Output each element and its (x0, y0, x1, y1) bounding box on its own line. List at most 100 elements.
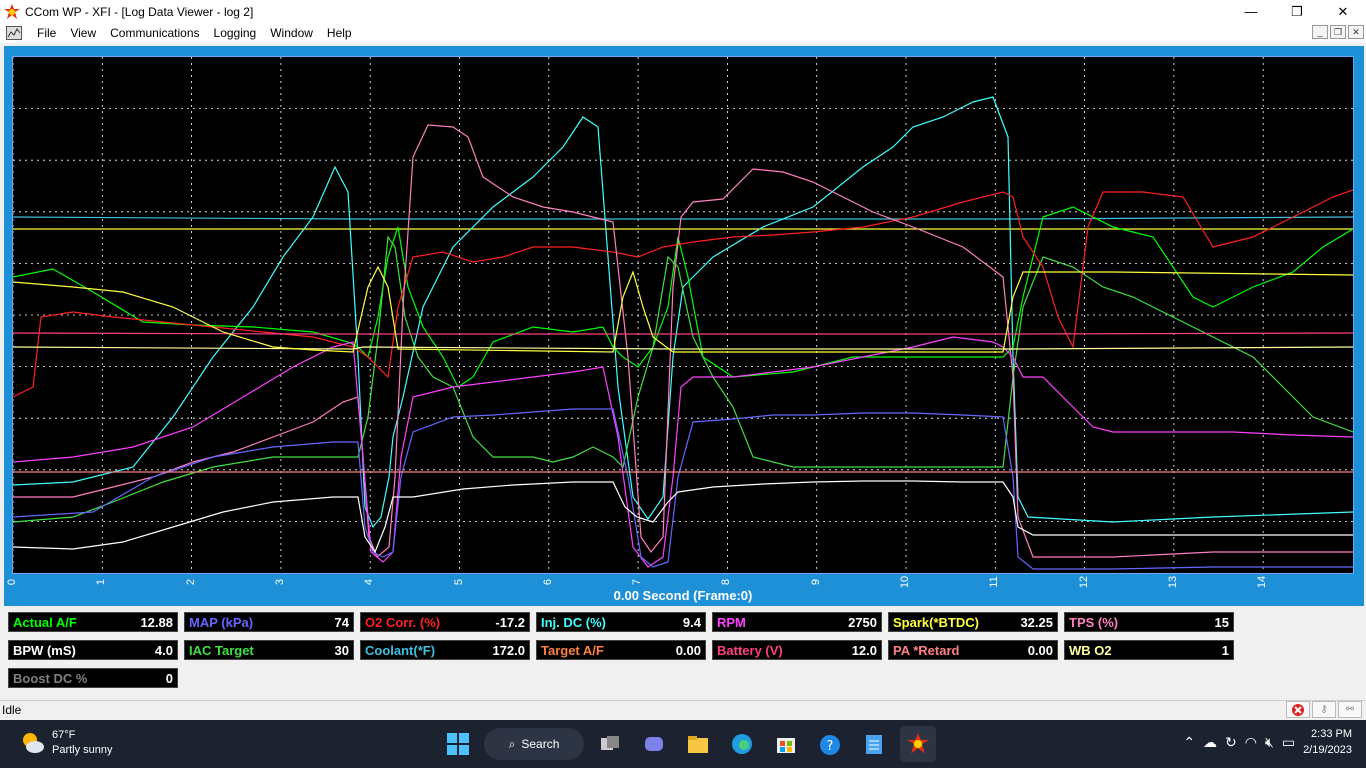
taskbar: 67°F Partly sunny ⌕ Search ? ⌃ ☁ ↻ ◠ 🔇︎ … (0, 720, 1366, 768)
status-text: Idle (2, 703, 22, 717)
gauge-rpm[interactable]: RPM 2750 (712, 612, 882, 632)
search-label: Search (521, 737, 560, 751)
gauge-coolant-f[interactable]: Coolant(*F) 172.0 (360, 640, 530, 660)
trace-map (13, 408, 1353, 570)
chevron-up-icon[interactable]: ⌃ (1183, 734, 1195, 751)
x-tick-label: 3 (273, 578, 286, 586)
gauge-o2-corr[interactable]: O2 Corr. (%) -17.2 (360, 612, 530, 632)
clock[interactable]: 2:33 PM 2/19/2023 (1303, 726, 1352, 758)
gauge-label: Boost DC % (13, 670, 88, 686)
x-tick-label: 12 (1077, 575, 1090, 589)
x-tick-label: 14 (1256, 575, 1269, 589)
gauge-bpw-ms[interactable]: BPW (mS) 4.0 (8, 640, 178, 660)
gauge-value: 9.4 (682, 614, 701, 630)
menu-window[interactable]: Window (263, 26, 320, 40)
gauge-label: PA *Retard (893, 642, 960, 658)
gauge-label: Inj. DC (%) (541, 614, 606, 630)
menu-bar: File View Communications Logging Window … (0, 23, 1366, 43)
gauge-label: Target A/F (541, 642, 604, 658)
menu-help[interactable]: Help (320, 26, 359, 40)
x-tick-label: 0 (6, 578, 18, 586)
gauge-tps[interactable]: TPS (%) 15 (1064, 612, 1234, 632)
gauge-inj-dc[interactable]: Inj. DC (%) 9.4 (536, 612, 706, 632)
gauge-value: 74 (334, 614, 349, 630)
menu-file[interactable]: File (30, 26, 63, 40)
trace-rpm (13, 336, 1353, 568)
search-icon: ⌕ (508, 736, 516, 751)
sync-icon[interactable]: ↻ (1225, 734, 1237, 751)
gauge-spark-btdc[interactable]: Spark(*BTDC) 32.25 (888, 612, 1058, 632)
trace-coolant (13, 216, 1353, 220)
x-tick-label: 11 (988, 576, 1001, 588)
partly-sunny-icon (23, 733, 44, 753)
cloud-icon[interactable]: ☁ (1203, 734, 1217, 751)
connection-icon[interactable]: ⚯ (1338, 701, 1362, 718)
x-tick-label: 6 (541, 578, 554, 586)
trace-tps (13, 124, 1353, 558)
file-explorer-icon[interactable] (680, 726, 716, 762)
trace-spark (13, 265, 1353, 353)
plot-grid (13, 57, 1353, 573)
maximize-button[interactable]: ❐ (1274, 0, 1320, 23)
menu-view[interactable]: View (63, 26, 103, 40)
gauge-battery-v[interactable]: Battery (V) 12.0 (712, 640, 882, 660)
edge-browser-icon[interactable] (724, 726, 760, 762)
taskbar-search[interactable]: ⌕ Search (484, 728, 584, 760)
trace-bpw (13, 480, 1353, 554)
gauge-label: TPS (%) (1069, 614, 1119, 630)
gauge-value: 30 (334, 642, 349, 658)
title-bar: CCom WP - XFI - [Log Data Viewer - log 2… (0, 0, 1366, 23)
x-tick-label: 4 (363, 578, 376, 586)
start-icon[interactable] (440, 726, 476, 762)
gauge-value: 0 (165, 670, 173, 686)
menu-communications[interactable]: Communications (103, 26, 206, 40)
child-close-button[interactable]: ✕ (1348, 25, 1364, 39)
gauge-wb-o2[interactable]: WB O2 1 (1064, 640, 1234, 660)
child-minimize-button[interactable]: _ (1312, 25, 1328, 39)
x-tick-label: 7 (631, 578, 644, 586)
document-window-icon[interactable] (6, 26, 22, 40)
gauge-label: MAP (kPa) (189, 614, 254, 630)
gauge-iac-target[interactable]: IAC Target 30 (184, 640, 354, 660)
battery-icon[interactable]: ▭ (1282, 734, 1295, 751)
child-restore-button[interactable]: ❐ (1330, 25, 1346, 39)
gauge-label: BPW (mS) (13, 642, 76, 658)
gauge-label: WB O2 (1069, 642, 1112, 658)
svg-text:?: ? (827, 739, 834, 754)
gauge-target-a-f[interactable]: Target A/F 0.00 (536, 640, 706, 660)
system-tray: ⌃ ☁ ↻ ◠ 🔇︎ ▭ 2:33 PM 2/19/2023 (1183, 726, 1352, 758)
trace-iac (13, 235, 1353, 523)
weather-temp: 67°F (52, 729, 76, 741)
gauge-boost-dc[interactable]: Boost DC % 0 (8, 668, 178, 688)
trace-actual-af (13, 206, 1353, 388)
close-button[interactable]: ✕ (1320, 0, 1366, 23)
wifi-icon[interactable]: ◠ (1245, 734, 1257, 751)
help-icon[interactable]: ? (812, 726, 848, 762)
trace-wb-o2 (13, 346, 1353, 350)
ccom-app-icon[interactable] (4, 3, 20, 20)
gauge-value: 12.88 (140, 614, 173, 630)
task-view-icon[interactable] (592, 726, 628, 762)
gauge-label: Battery (V) (717, 642, 783, 658)
x-tick-label: 10 (899, 575, 911, 589)
trace-battery (13, 332, 1353, 335)
gauge-actual-a-f[interactable]: Actual A/F 12.88 (8, 612, 178, 632)
weather-widget[interactable]: 67°F Partly sunny (20, 728, 113, 758)
teams-chat-icon[interactable] (636, 726, 672, 762)
gauge-label: RPM (717, 614, 746, 630)
menu-logging[interactable]: Logging (207, 26, 264, 40)
x-tick-label: 2 (184, 578, 197, 586)
gauge-value: 172.0 (492, 642, 525, 658)
gauge-pa-retard[interactable]: PA *Retard 0.00 (888, 640, 1058, 660)
disconnect-icon[interactable] (1286, 701, 1310, 718)
clock-time: 2:33 PM (1311, 728, 1352, 740)
ccom-taskbar-icon[interactable] (900, 726, 936, 762)
store-icon[interactable] (768, 726, 804, 762)
log-plot-svg (13, 57, 1353, 573)
gauge-map-kpa[interactable]: MAP (kPa) 74 (184, 612, 354, 632)
log-plot[interactable] (12, 56, 1354, 574)
minimize-button[interactable]: — (1228, 0, 1274, 23)
notepad-icon[interactable] (856, 726, 892, 762)
mute-icon[interactable]: 🔇︎ (1265, 734, 1274, 751)
key-icon[interactable]: ⚷ (1312, 701, 1336, 718)
